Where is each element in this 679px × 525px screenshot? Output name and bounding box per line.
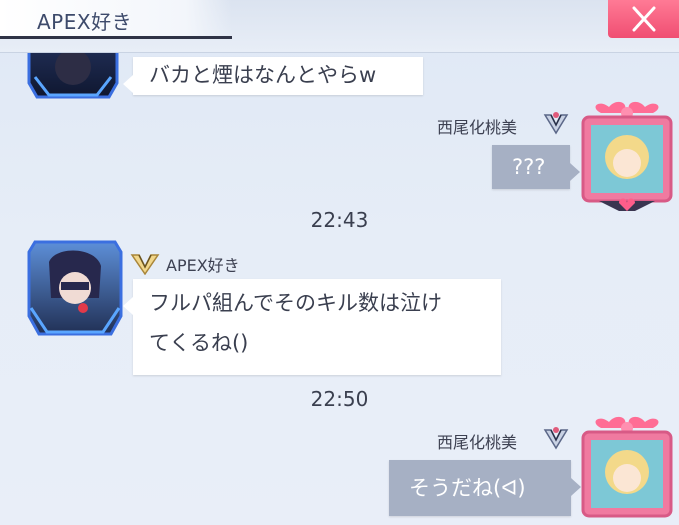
chat-tab[interactable]: APEX好き [0, 0, 232, 39]
rank-badge-icon [130, 254, 160, 275]
avatar[interactable] [25, 53, 121, 103]
timestamp: 22:43 [310, 208, 369, 232]
message-bubble[interactable]: ??? [492, 145, 580, 189]
rank-badge-icon [543, 112, 569, 135]
close-button[interactable] [608, 0, 679, 38]
message-text: バカと煙はなんとやらw [149, 63, 377, 87]
avatar[interactable] [579, 101, 675, 215]
sender-name: APEX好き [166, 256, 240, 275]
message-text: そうだね(ᐊ) [409, 476, 526, 500]
chat-title: APEX好き [37, 10, 133, 34]
avatar[interactable] [25, 238, 123, 338]
avatar[interactable] [579, 416, 675, 525]
timestamp: 22:50 [310, 387, 369, 411]
rank-badge-icon [543, 427, 569, 450]
sender-name: 西尾化桃美 [437, 433, 518, 452]
message-bubble[interactable]: そうだね(ᐊ) [389, 460, 581, 516]
sender-name: 西尾化桃美 [437, 118, 518, 137]
chat-header: APEX好き [0, 0, 679, 53]
close-icon [632, 6, 656, 32]
message-text: ??? [512, 155, 546, 179]
message-bubble[interactable]: フルパ組んでそのキル数は泣け てくるね() [123, 279, 501, 375]
message-bubble[interactable]: バカと煙はなんとやらw [123, 57, 423, 95]
message-text-line: てくるね() [149, 331, 249, 355]
chat-log[interactable]: バカと煙はなんとやらw 西尾化桃美 ??? 22:43 APEX好き フルパ組ん… [0, 53, 679, 525]
message-text-line: フルパ組んでそのキル数は泣け [149, 291, 442, 315]
